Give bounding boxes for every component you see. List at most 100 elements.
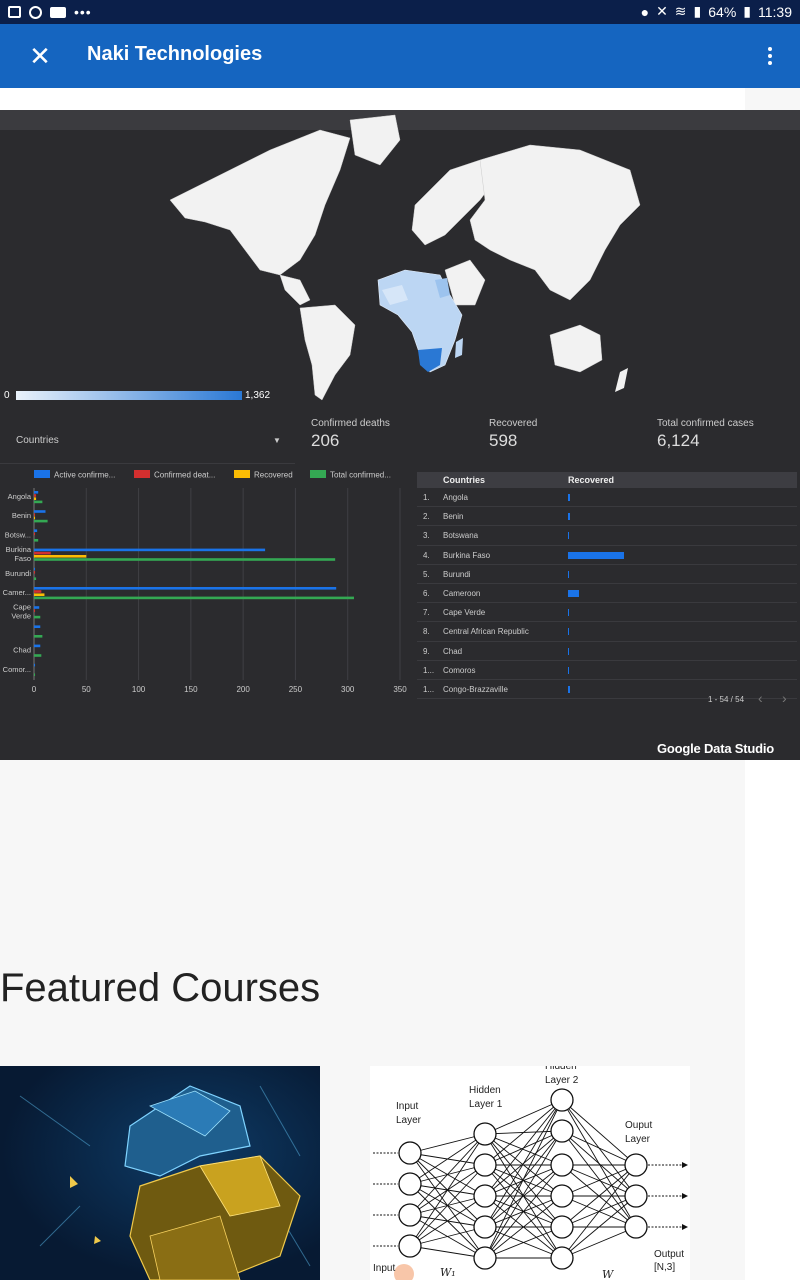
table-row[interactable]: 1. Angola [417,488,797,508]
legend-label[interactable]: Active confirme... [54,471,115,480]
chart-bar[interactable] [34,555,87,558]
table-row[interactable]: 7. Cape Verde [417,603,797,623]
table-row[interactable]: 9. Chad [417,642,797,661]
nn-label-output: Output [N,3] [654,1249,685,1273]
chart-bar[interactable] [34,596,354,600]
legend-label[interactable]: Total confirmed... [330,471,391,480]
chart-bar[interactable] [34,519,48,523]
table-header-countries[interactable]: Countries [443,475,485,485]
chevron-down-icon: ▼ [273,436,281,445]
nn-node [550,1119,574,1143]
chart-bar[interactable] [34,510,46,513]
nn-node [473,1215,497,1239]
table-row[interactable]: 5. Burundi [417,565,797,584]
recovered-table: Countries Recovered 1. Angola 2. Benin 3. Bot… [417,472,797,701]
close-button[interactable]: ✕ [24,40,56,72]
y-category-label: Camer... [3,588,31,597]
mute-icon: ✕ [656,3,668,19]
next-page-button[interactable]: › [782,690,787,706]
table-row[interactable]: 3. Botswana [417,526,797,546]
course-card-python[interactable] [0,1066,320,1280]
table-row[interactable]: 8. Central African Republic [417,622,797,642]
location-icon: ● [640,3,650,20]
chart-bar[interactable] [34,644,41,648]
chart-bar[interactable] [34,577,37,580]
table-row-index: 6. [423,588,430,598]
chart-bar[interactable] [34,571,36,574]
chart-bar[interactable] [34,513,36,516]
status-bar: ••• ● ✕ ≋ ▮ 64% ▮ 11:39 [0,0,800,24]
table-row[interactable]: 2. Benin [417,507,797,527]
nn-label-input-layer: Input Layer [396,1101,422,1126]
countries-filter[interactable]: Countries ▼ [0,418,295,464]
chart-bar[interactable] [34,567,36,571]
world-map[interactable] [150,110,650,410]
nn-node [473,1246,497,1270]
table-row-index: 1. [423,493,430,502]
x-tick-label: 200 [236,685,250,694]
chart-bar[interactable] [34,532,36,536]
y-category-label: Cape [13,603,31,612]
table-header-recovered[interactable]: Recovered [568,475,614,485]
chart-bar[interactable] [34,500,43,504]
map-legend-min: 0 [4,390,10,401]
chart-bar[interactable] [34,548,266,552]
more-options-button[interactable] [752,40,788,72]
battery-percent: 64% [708,3,737,20]
chart-bar[interactable] [34,491,39,494]
chart-bar[interactable] [34,516,36,520]
chart-bar[interactable] [34,654,42,657]
table-row-index: 3. [423,531,430,541]
chart-bar[interactable] [34,529,38,532]
table-row-recovered-bar [568,609,569,617]
y-category-label: Benin [12,511,31,520]
chart-bar[interactable] [34,494,37,497]
table-row[interactable]: 1... Comoros [417,661,797,680]
chart-bar[interactable] [34,593,45,596]
chart-bar[interactable] [34,625,41,628]
chart-bar[interactable] [34,673,36,676]
y-category-label: Faso [14,554,31,563]
nn-label-output-layer: Ouput Layer [625,1120,653,1145]
chart-bar[interactable] [34,635,43,638]
y-category-label: Burundi [5,569,31,578]
table-row-country: Cameroon [443,588,481,598]
table-row-country: Burundi [443,569,471,579]
chart-bar[interactable] [34,606,40,609]
covid-dashboard: 0 1,362 Countries ▼ Confirmed deaths 206… [0,110,800,760]
table-row-recovered-bar [568,551,624,559]
battery-icon: ▮ [743,3,751,19]
wifi-icon: ≋ [674,3,687,19]
chart-bar[interactable] [34,539,39,542]
y-category-label: Chad [13,646,31,655]
chart-bar[interactable] [34,497,37,500]
table-row-index: 8. [423,627,430,637]
nn-node [398,1203,422,1227]
chart-bar[interactable] [34,558,336,561]
table-row-recovered-bar [568,628,569,636]
chart-bar[interactable] [34,609,36,612]
table-row[interactable]: 4. Burkina Faso [417,546,797,565]
table-row[interactable]: 6. Cameroon [417,584,797,604]
chart-bar[interactable] [34,551,51,555]
legend-label[interactable]: Recovered [254,471,293,480]
chart-bar[interactable] [34,615,41,619]
table-row-index: 1... [423,665,435,675]
legend-label[interactable]: Confirmed deat... [154,471,215,480]
country-bar-chart[interactable]: Active confirme... Confirmed deat... Recov… [0,464,415,704]
table-row-country: Cape Verde [443,608,486,618]
more-notifications-icon: ••• [74,4,92,20]
previous-page-button[interactable]: ‹ [758,690,763,706]
chart-bar[interactable] [34,590,42,593]
nn-node [398,1172,422,1196]
y-category-label: Angola [8,492,32,501]
chart-bar[interactable] [34,663,36,667]
x-tick-label: 50 [82,685,91,694]
course-card-neural-network[interactable]: Input Layer Hidden Layer 1 Hidden Layer … [370,1066,690,1280]
nn-label-hidden-1: Hidden Layer 1 [469,1085,503,1110]
x-tick-label: 300 [341,685,355,694]
chart-bar[interactable] [34,587,337,590]
nn-node [473,1122,497,1146]
table-row-country: Chad [443,646,463,656]
table-row-country: Comoros [443,665,476,675]
